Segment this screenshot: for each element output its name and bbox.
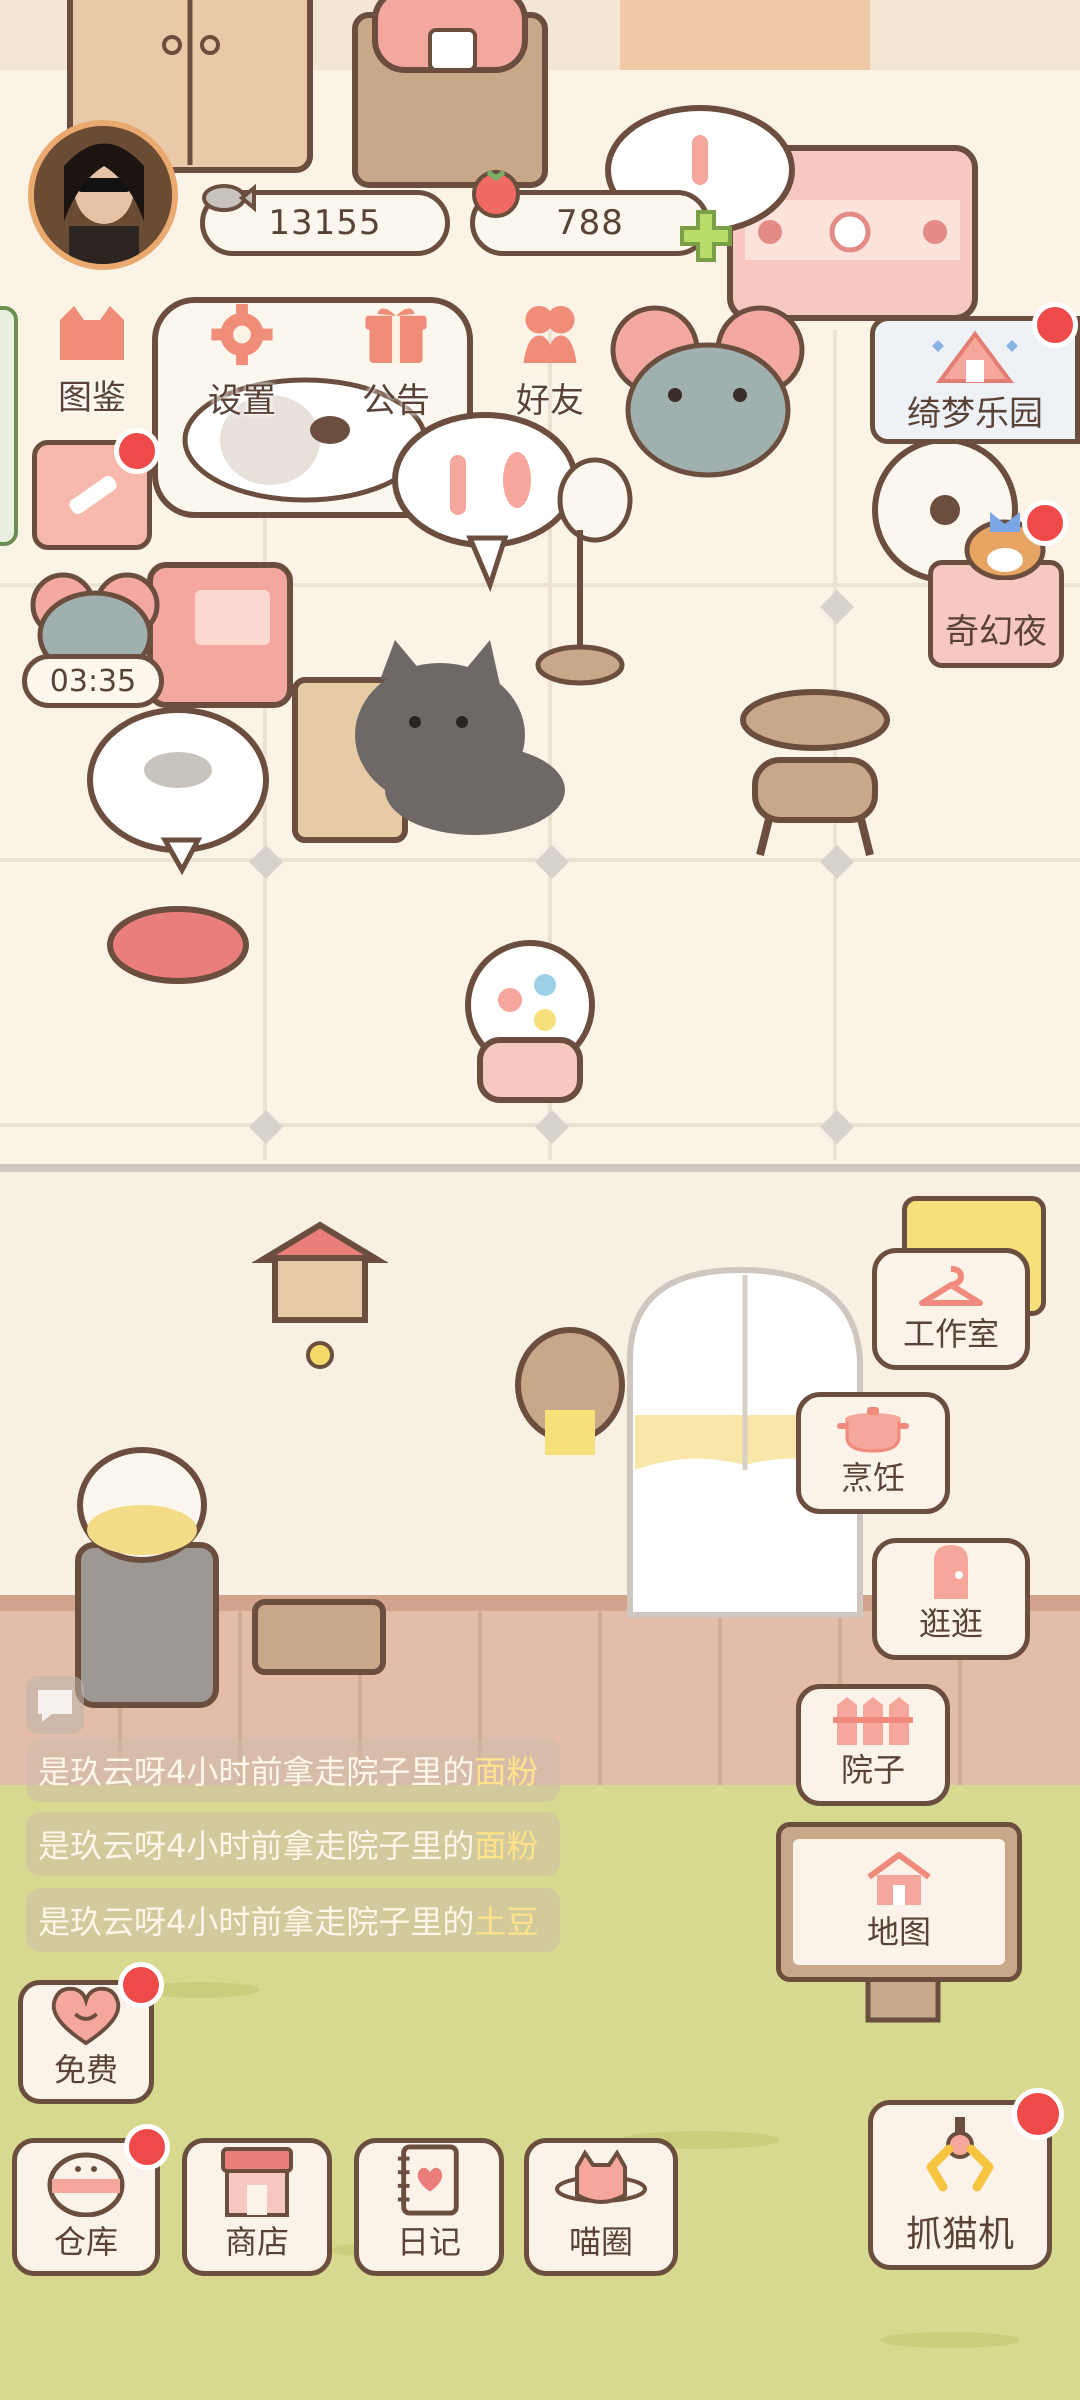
message-item: 面粉 xyxy=(474,1827,539,1865)
door-icon xyxy=(934,1545,968,1599)
cooking-button[interactable]: 烹饪 xyxy=(796,1392,950,1514)
free-notification-dot xyxy=(118,1962,164,2008)
heart-count: 788 xyxy=(556,203,624,243)
add-heart-button[interactable] xyxy=(678,208,734,264)
avatar-photo xyxy=(34,126,172,264)
message-item: 土豆 xyxy=(474,1903,539,1941)
fish-count: 13155 xyxy=(268,203,382,243)
map-label: 地图 xyxy=(866,1913,931,1951)
event-fantasy-night-label: 奇幻夜 xyxy=(945,612,1047,652)
message-prefix: 是玖云呀4小时前拿走院子里的 xyxy=(38,1903,475,1941)
stroll-button[interactable]: 逛逛 xyxy=(872,1538,1030,1660)
diary-button[interactable]: 日记 xyxy=(354,2138,504,2276)
player-avatar[interactable] xyxy=(28,120,178,270)
free-label: 免费 xyxy=(53,2051,118,2089)
shop-icon xyxy=(221,2147,293,2217)
event-dream-park-label: 绮梦乐园 xyxy=(907,394,1043,434)
gift-icon xyxy=(365,308,427,364)
cooking-label: 烹饪 xyxy=(840,1459,905,1497)
cooking-pot-icon xyxy=(837,1407,909,1453)
edit-note-notification-dot xyxy=(114,428,160,474)
menu-settings[interactable]: 设置 xyxy=(182,302,302,422)
menu-announcement-label: 公告 xyxy=(362,381,430,421)
warehouse-notification-dot xyxy=(124,2124,170,2170)
fantasy-night-notification-dot xyxy=(1022,500,1068,546)
house-icon xyxy=(867,1852,931,1905)
hanger-icon xyxy=(919,1266,983,1306)
shop-button[interactable]: 商店 xyxy=(182,2138,332,2276)
side-drawer-tab[interactable] xyxy=(0,306,18,546)
heart-face-icon xyxy=(51,1986,121,2045)
gear-icon xyxy=(211,303,273,366)
chat-toggle-button[interactable] xyxy=(26,1676,84,1734)
message-item: 面粉 xyxy=(474,1753,539,1791)
fish-icon xyxy=(196,168,256,228)
message-log-item: 是玖云呀4小时前拿走院子里的 土豆 xyxy=(26,1888,560,1952)
fence-icon xyxy=(833,1697,913,1745)
map-button-face: 地图 xyxy=(793,1839,1005,1965)
claw-icon xyxy=(926,2117,994,2192)
message-log-item: 是玖云呀4小时前拿走院子里的 面粉 xyxy=(26,1812,560,1876)
meow-circle-label: 喵圈 xyxy=(568,2223,633,2261)
menu-collection[interactable]: 图鉴 xyxy=(32,302,152,422)
studio-label: 工作室 xyxy=(902,1315,999,1353)
diary-book-icon xyxy=(397,2144,459,2216)
cat-planet-icon xyxy=(555,2149,647,2204)
claw-machine-label: 抓猫机 xyxy=(905,2214,1014,2255)
diary-label: 日记 xyxy=(396,2223,461,2261)
chat-bubble-icon xyxy=(38,1690,72,1722)
claw-machine-notification-dot xyxy=(1012,2088,1064,2140)
shop-label: 商店 xyxy=(224,2223,289,2261)
message-prefix: 是玖云呀4小时前拿走院子里的 xyxy=(38,1827,475,1865)
message-log-item: 是玖云呀4小时前拿走院子里的 面粉 xyxy=(26,1738,560,1802)
warehouse-label: 仓库 xyxy=(53,2223,118,2261)
mouse-timer: 03:35 xyxy=(22,654,164,708)
message-prefix: 是玖云呀4小时前拿走院子里的 xyxy=(38,1753,475,1791)
yard-button[interactable]: 院子 xyxy=(796,1684,950,1806)
stroll-label: 逛逛 xyxy=(918,1605,983,1643)
circus-tent-icon xyxy=(932,330,1018,383)
meow-circle-button[interactable]: 喵圈 xyxy=(524,2138,678,2276)
menu-friends-label: 好友 xyxy=(516,381,584,421)
studio-button[interactable]: 工作室 xyxy=(872,1248,1030,1370)
mouse-timer-text: 03:35 xyxy=(49,663,137,699)
map-button[interactable]: 地图 xyxy=(776,1822,1022,1982)
dream-park-notification-dot xyxy=(1032,302,1078,348)
storage-jar-icon xyxy=(47,2152,125,2217)
yard-label: 院子 xyxy=(840,1751,905,1789)
friends-icon xyxy=(523,305,577,364)
menu-announcement[interactable]: 公告 xyxy=(336,302,456,422)
cat-head-icon xyxy=(60,306,124,360)
menu-settings-label: 设置 xyxy=(208,381,276,421)
menu-collection-label: 图鉴 xyxy=(58,378,126,418)
menu-friends[interactable]: 好友 xyxy=(490,302,610,422)
tomato-heart-icon xyxy=(466,160,526,220)
